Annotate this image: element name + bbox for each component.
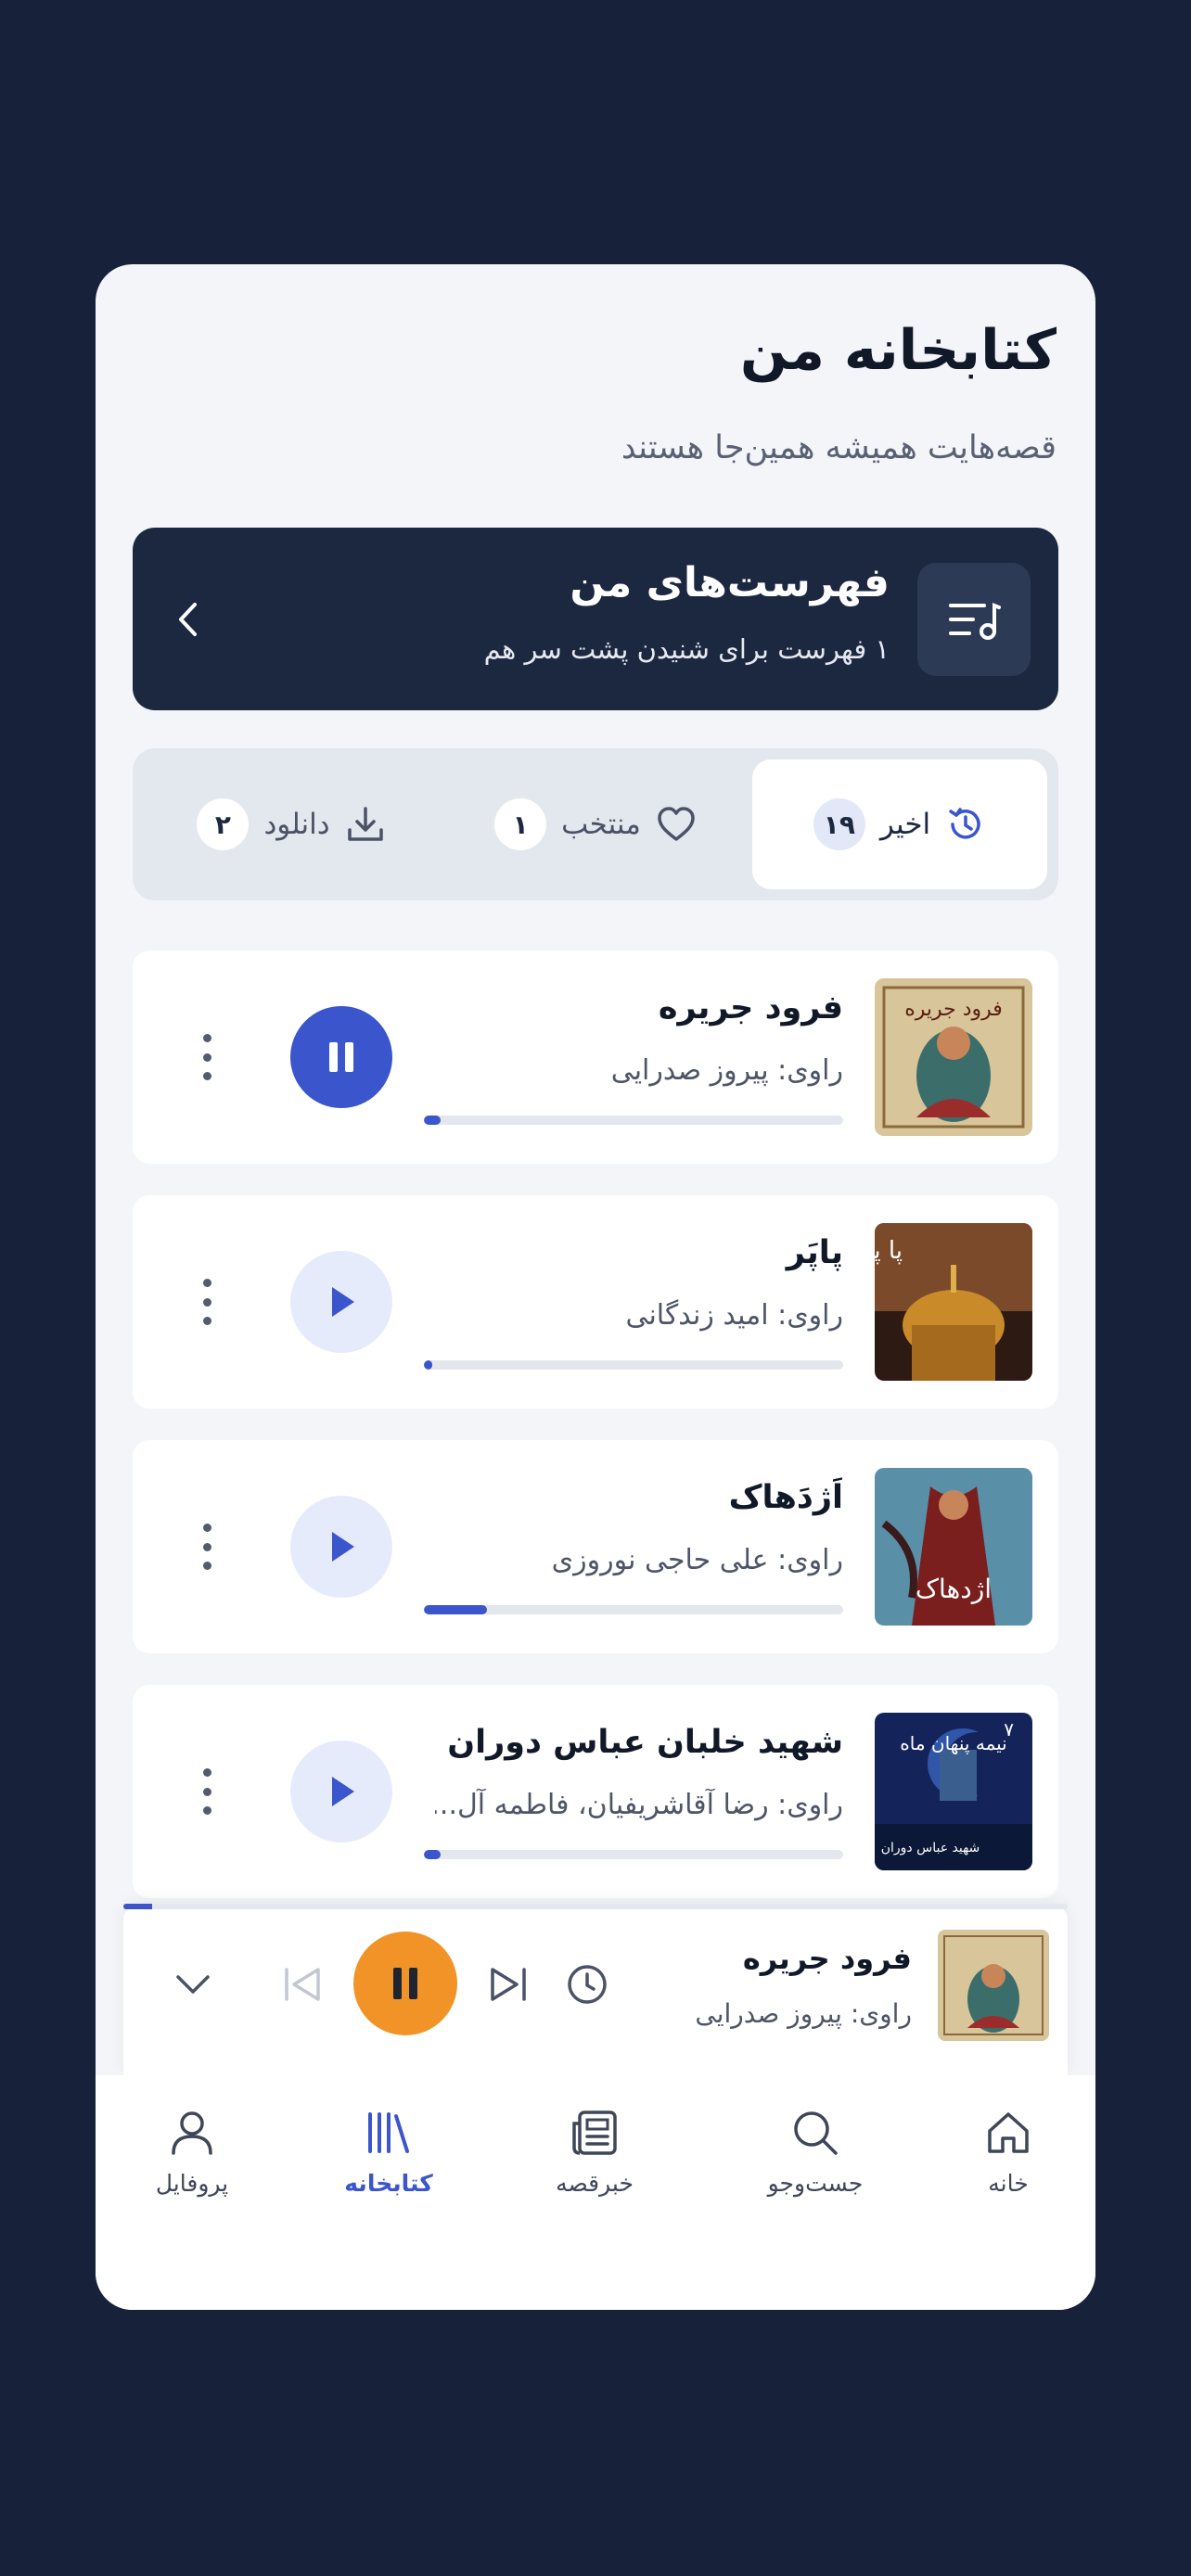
more-options-icon[interactable] bbox=[198, 1524, 216, 1570]
book-narrator: راوی: پیروز صدرایی bbox=[610, 1054, 843, 1087]
progress-fill bbox=[424, 1116, 442, 1125]
profile-icon bbox=[172, 2111, 212, 2155]
playlists-subtitle: ۱ فهرست برای شنیدن پشت سر هم bbox=[483, 633, 890, 665]
progress-fill bbox=[424, 1360, 433, 1370]
nav-label-news: خبرقصه bbox=[556, 2170, 634, 2197]
mini-player-progress bbox=[123, 1904, 1068, 1909]
library-tabs: اخیر ۱۹ منتخب ۱ دانلود ۲ bbox=[133, 748, 1058, 900]
playlist-icon bbox=[917, 563, 1031, 676]
tab-downloads[interactable]: دانلود ۲ bbox=[144, 759, 439, 889]
mini-player-cover bbox=[938, 1930, 1049, 2041]
nav-item-news[interactable]: خبرقصه bbox=[520, 2107, 669, 2197]
book-cover: نیمه پنهان ماه ۷ شهید عباس دوران bbox=[875, 1713, 1032, 1870]
nav-label-library: کتابخانه bbox=[344, 2170, 433, 2197]
nav-item-home[interactable]: خانه bbox=[934, 2107, 1082, 2197]
book-narrator: راوی: امید زندگانی bbox=[625, 1299, 843, 1332]
skip-previous-icon[interactable] bbox=[279, 1961, 326, 2008]
sleep-timer-icon[interactable] bbox=[564, 1961, 610, 2008]
heart-icon bbox=[656, 806, 697, 843]
tab-downloads-label: دانلود bbox=[263, 808, 330, 841]
tab-downloads-count: ۲ bbox=[197, 798, 250, 850]
book-progress bbox=[424, 1116, 843, 1125]
nav-label-home: خانه bbox=[988, 2170, 1029, 2197]
chevron-down-icon[interactable] bbox=[170, 1961, 216, 2008]
progress-fill bbox=[424, 1850, 442, 1859]
bottom-navigation: خانه جست‌وجو خبرقصه کتابخانه پروفایل bbox=[96, 2075, 1095, 2310]
nav-item-profile[interactable]: پروفایل bbox=[118, 2107, 266, 2197]
play-button[interactable] bbox=[290, 1741, 392, 1843]
tab-favorites-count: ۱ bbox=[494, 798, 547, 850]
play-button[interactable] bbox=[290, 1251, 392, 1353]
book-title: اَژدَهاک bbox=[728, 1479, 843, 1516]
book-title: پاپَر bbox=[786, 1234, 843, 1271]
progress-fill bbox=[123, 1904, 152, 1909]
mini-player-title: فرود جریره bbox=[742, 1941, 912, 1976]
book-progress bbox=[424, 1605, 843, 1614]
tab-favorites-label: منتخب bbox=[561, 808, 641, 841]
nav-item-search[interactable]: جست‌وجو bbox=[741, 2107, 890, 2197]
more-options-icon[interactable] bbox=[198, 1279, 216, 1325]
book-cover: فرود جریره bbox=[875, 978, 1032, 1136]
book-title: فرود جریره bbox=[658, 989, 843, 1027]
pause-icon bbox=[393, 1968, 417, 1999]
page-subtitle: قصه‌هایت همیشه همین‌جا هستند bbox=[621, 429, 1057, 466]
svg-text:پا پر: پا پر bbox=[875, 1237, 903, 1265]
history-icon bbox=[945, 804, 986, 845]
app-screen: کتابخانه من قصه‌هایت همیشه همین‌جا هستند… bbox=[96, 264, 1095, 2310]
book-item[interactable]: اژدهاک اَژدَهاک راوی: علی حاجی نوروزی bbox=[133, 1440, 1058, 1653]
tab-favorites[interactable]: منتخب ۱ bbox=[448, 759, 743, 889]
tab-recent-label: اخیر bbox=[879, 808, 931, 841]
svg-text:اژدهاک: اژدهاک bbox=[916, 1574, 992, 1604]
nav-label-search: جست‌وجو bbox=[767, 2170, 864, 2197]
play-icon bbox=[332, 1287, 354, 1317]
book-progress bbox=[424, 1360, 843, 1370]
news-icon bbox=[572, 2111, 617, 2155]
svg-text:شهید عباس دوران: شهید عباس دوران bbox=[881, 1841, 980, 1855]
play-button[interactable] bbox=[290, 1496, 392, 1598]
book-progress bbox=[424, 1850, 843, 1859]
skip-next-icon[interactable] bbox=[485, 1961, 531, 2008]
mini-player-pause-button[interactable] bbox=[353, 1932, 457, 2035]
tab-recent[interactable]: اخیر ۱۹ bbox=[752, 759, 1047, 889]
mini-player[interactable]: فرود جریره راوی: پیروز صدرایی bbox=[123, 1904, 1068, 2075]
nav-item-library[interactable]: کتابخانه bbox=[314, 2107, 463, 2197]
play-icon bbox=[332, 1777, 354, 1806]
mini-player-narrator: راوی: پیروز صدرایی bbox=[695, 1998, 912, 2029]
play-icon bbox=[332, 1532, 354, 1562]
chevron-left-icon bbox=[173, 598, 201, 641]
more-options-icon[interactable] bbox=[198, 1768, 216, 1815]
book-cover: اژدهاک bbox=[875, 1468, 1032, 1626]
svg-text:نیمه پنهان ماه: نیمه پنهان ماه bbox=[900, 1732, 1007, 1755]
pause-button[interactable] bbox=[290, 1006, 392, 1108]
nav-label-profile: پروفایل bbox=[155, 2170, 229, 2197]
book-item[interactable]: نیمه پنهان ماه ۷ شهید عباس دوران شهید خل… bbox=[133, 1685, 1058, 1898]
book-cover: پا پر bbox=[875, 1223, 1032, 1381]
my-playlists-card[interactable]: فهرست‌های من ۱ فهرست برای شنیدن پشت سر ه… bbox=[133, 528, 1058, 710]
progress-fill bbox=[424, 1605, 487, 1614]
svg-text:۷: ۷ bbox=[1004, 1718, 1014, 1741]
search-icon bbox=[794, 2111, 838, 2155]
more-options-icon[interactable] bbox=[198, 1034, 216, 1080]
pause-icon bbox=[329, 1042, 353, 1072]
home-icon bbox=[988, 2112, 1029, 2153]
book-narrator: راوی: علی حاجی نوروزی bbox=[551, 1544, 843, 1576]
library-icon bbox=[368, 2112, 409, 2153]
book-item[interactable]: فرود جریره فرود جریره راوی: پیروز صدرایی bbox=[133, 950, 1058, 1164]
book-item[interactable]: پا پر پاپَر راوی: امید زندگانی bbox=[133, 1195, 1058, 1409]
playlists-title: فهرست‌های من bbox=[570, 559, 890, 606]
tab-recent-count: ۱۹ bbox=[813, 798, 865, 850]
book-narrator: راوی: رضا آقاشریفیان، فاطمه آل... bbox=[435, 1789, 843, 1821]
page-title: کتابخانه من bbox=[739, 318, 1057, 383]
download-icon bbox=[345, 804, 386, 845]
book-title: شهید خلبان عباس دوران bbox=[447, 1724, 843, 1761]
svg-text:فرود جریره: فرود جریره bbox=[904, 998, 1003, 1021]
